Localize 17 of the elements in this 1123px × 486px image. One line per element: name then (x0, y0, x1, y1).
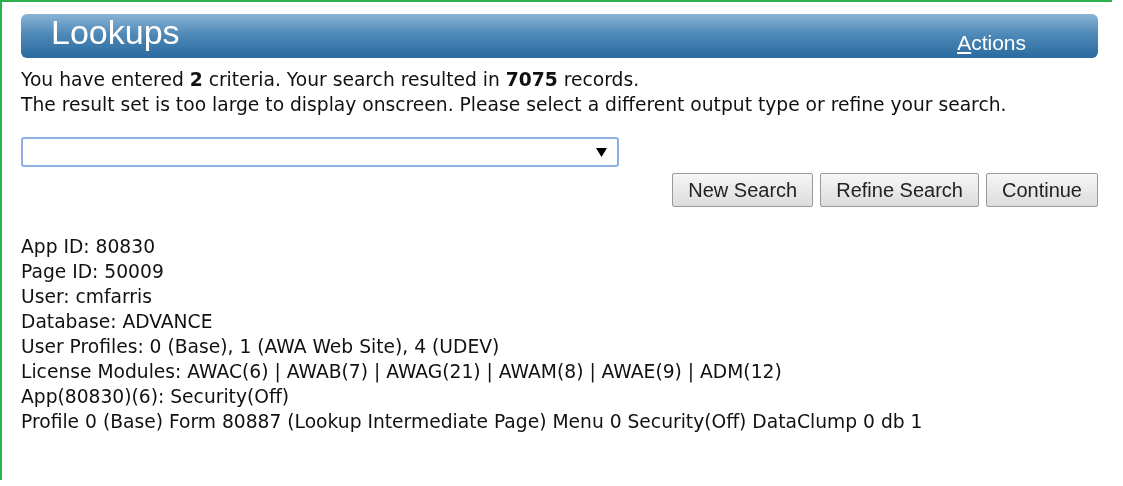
actions-link[interactable]: Actions (957, 31, 1026, 55)
message-text: The result set is too large to display onscreen. Please select a different output type or refine your search. (21, 93, 1008, 117)
info-line: App(80830)(6): Security(Off) (21, 385, 291, 409)
action-button[interactable]: Refine Search (820, 173, 979, 207)
output-type-dropdown[interactable] (21, 137, 619, 167)
action-button[interactable]: Continue (985, 173, 1098, 207)
info-line: License Modules: AWAC(6) | AWAB(7) | AWAG(21) | AWAM(8) | AWAE(9) | ADM(12) (21, 360, 783, 384)
message-text: You have entered 2 criteria. Your search resulted in 7075 records. (21, 68, 641, 92)
dropdown-arrow-icon (596, 147, 607, 157)
info-line: Page ID: 50009 (21, 260, 165, 284)
info-line: User: cmfarris (21, 285, 153, 309)
page-title: Lookups (51, 12, 180, 52)
info-line: Database: ADVANCE (21, 310, 214, 334)
info-line: App ID: 80830 (21, 235, 157, 259)
info-line: User Profiles: 0 (Base), 1 (AWA Web Site), 4 (UDEV) (21, 335, 501, 359)
info-line: Profile 0 (Base) Form 80887 (Lookup Intermediate Page) Menu 0 Security(Off) DataClump 0 db 1 (21, 410, 924, 434)
action-button[interactable]: New Search (672, 173, 814, 207)
